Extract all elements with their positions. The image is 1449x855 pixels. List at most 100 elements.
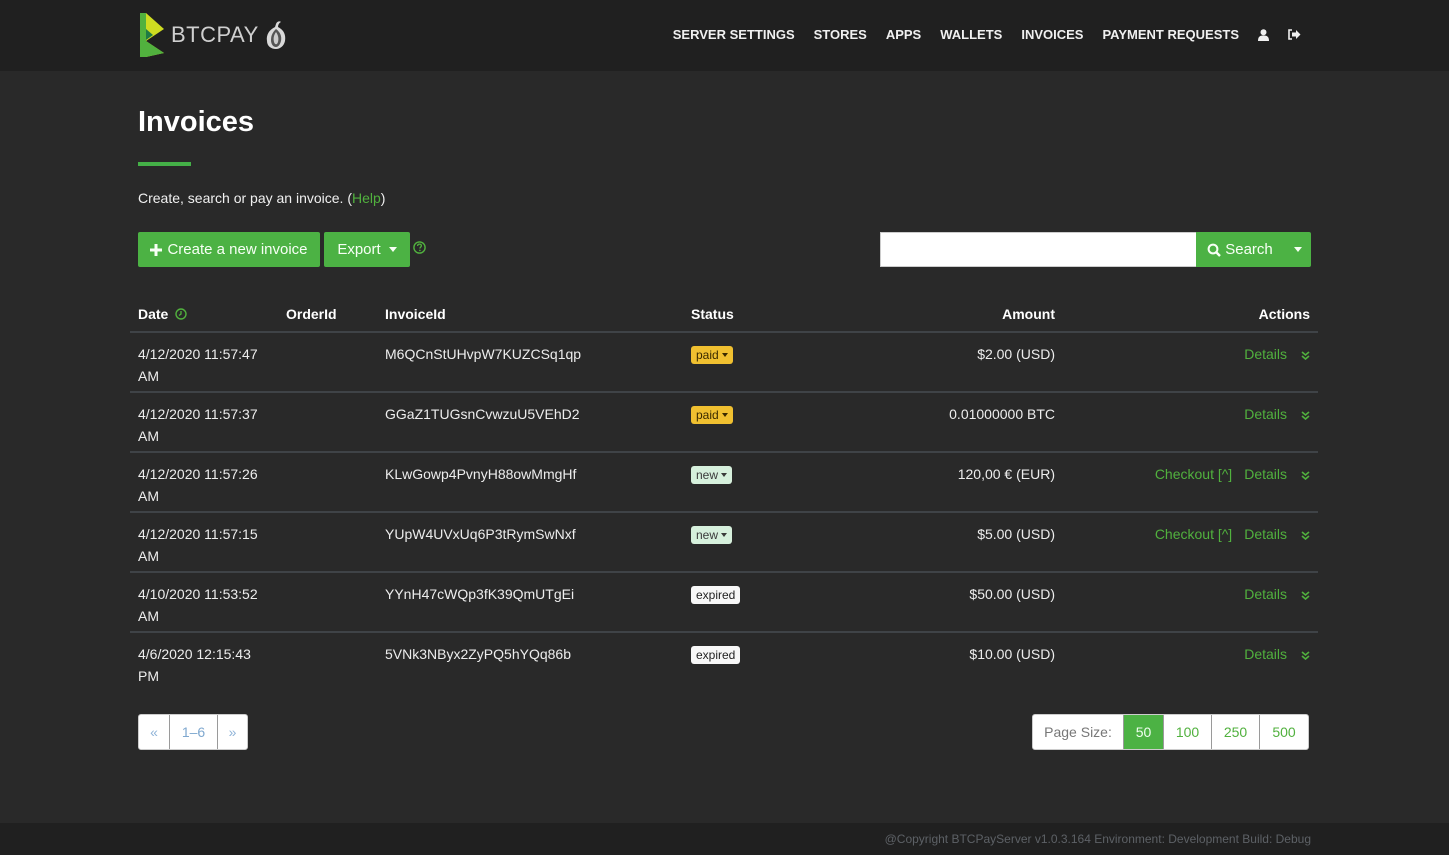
page-size-option[interactable]: 500 (1260, 715, 1308, 749)
cell-orderid (278, 632, 377, 692)
cell-orderid (278, 332, 377, 393)
status-label: paid (696, 408, 719, 422)
main-nav: SERVER SETTINGS STORES APPS WALLETS INVO… (654, 27, 1301, 42)
cell-date: 4/12/2020 11:57:37 AM (130, 392, 278, 453)
table-header-row: Date OrderId InvoiceId Status Amount Act… (130, 296, 1318, 333)
lead-close: ) (380, 190, 386, 206)
cell-amount: $5.00 (USD) (873, 512, 1063, 573)
cell-status: new (683, 512, 873, 573)
create-invoice-label: Create a new invoice (167, 241, 308, 258)
table-row: 4/12/2020 11:57:26 AM KLwGowp4PvnyH88owMmg… (130, 452, 1318, 513)
date-ampm: AM (138, 368, 159, 384)
cell-amount: 0.01000000 BTC (873, 392, 1063, 453)
page-size-selector: Page Size: 50 100 250 500 (1032, 714, 1309, 750)
pagination-prev[interactable]: « (139, 715, 170, 749)
cell-amount: $2.00 (USD) (873, 332, 1063, 393)
header-orderid: OrderId (278, 296, 377, 333)
table-row: 4/12/2020 11:57:37 AM GGaZ1TUGsnCvwzuU5VEh… (130, 392, 1318, 453)
footer-copyright: @Copyright BTCPayServer v1.0.3.164 Envir… (884, 832, 1311, 846)
cell-actions: Details (1063, 632, 1318, 692)
double-chevron-down-icon[interactable] (1301, 651, 1310, 660)
nav-invoices[interactable]: INVOICES (1021, 27, 1083, 42)
status-label: new (696, 468, 719, 482)
status-badge: expired (691, 586, 741, 604)
brand-name: BTCPAY (171, 22, 259, 47)
header-date-label: Date (138, 305, 169, 322)
search-icon (1207, 243, 1222, 257)
export-label: Export (337, 241, 381, 258)
search-label: Search (1225, 241, 1273, 258)
checkout-link[interactable]: Checkout [^] (1155, 526, 1232, 542)
date-ampm: AM (138, 428, 159, 444)
page-size-option[interactable]: 250 (1212, 715, 1260, 749)
pagination-next[interactable]: » (218, 715, 247, 749)
cell-status: paid (683, 392, 873, 453)
page-description: Create, search or pay an invoice. (Help) (138, 190, 385, 206)
nav-stores[interactable]: STORES (814, 27, 867, 42)
header-date[interactable]: Date (130, 296, 278, 333)
checkout-link[interactable]: Checkout [^] (1155, 466, 1232, 482)
nav-payment-requests[interactable]: PAYMENT REQUESTS (1102, 27, 1239, 42)
cell-invoiceid: 5VNk3NByx2ZyPQ5hYQq86b (385, 646, 571, 662)
btcpay-logo-icon (140, 13, 164, 57)
details-link[interactable]: Details (1244, 466, 1287, 482)
status-badge: expired (691, 646, 741, 664)
export-dropdown-button[interactable]: Export (324, 232, 410, 267)
nav-wallets[interactable]: WALLETS (940, 27, 1002, 42)
page-size-option[interactable]: 100 (1164, 715, 1212, 749)
chevron-down-icon (721, 353, 728, 357)
question-circle-icon[interactable] (413, 241, 426, 258)
table-row: 4/12/2020 11:57:15 AM YUpW4UVxUq6P3tRymSwN… (130, 512, 1318, 573)
cell-status: new (683, 452, 873, 513)
cell-actions: Details (1063, 332, 1318, 393)
double-chevron-down-icon[interactable] (1301, 591, 1310, 600)
details-link[interactable]: Details (1244, 346, 1287, 362)
invoices-table: Date OrderId InvoiceId Status Amount Act… (130, 296, 1318, 692)
cell-status: paid (683, 332, 873, 393)
status-label: new (696, 528, 719, 542)
status-badge[interactable]: new (691, 466, 733, 484)
chevron-down-icon (721, 473, 728, 477)
cell-amount: $50.00 (USD) (873, 572, 1063, 633)
cell-date: 4/10/2020 11:53:52 AM (130, 572, 278, 633)
plus-icon (150, 243, 163, 256)
table-row: 4/10/2020 11:53:52 AM YYnH47cWQp3fK39QmUTg… (130, 572, 1318, 633)
cell-status: expired (683, 632, 873, 692)
double-chevron-down-icon[interactable] (1301, 351, 1310, 360)
details-link[interactable]: Details (1244, 526, 1287, 542)
date-ampm: AM (138, 548, 159, 564)
details-link[interactable]: Details (1244, 646, 1287, 662)
search-button[interactable]: Search (1196, 232, 1284, 267)
title-underline (138, 162, 191, 166)
page-size-option[interactable]: 50 (1124, 715, 1164, 749)
date-ampm: AM (138, 488, 159, 504)
create-invoice-button[interactable]: Create a new invoice (138, 232, 320, 267)
clock-icon[interactable] (175, 307, 187, 320)
cell-status: expired (683, 572, 873, 633)
sign-out-icon[interactable] (1288, 29, 1301, 40)
search-input[interactable] (880, 232, 1196, 267)
cell-amount: 120,00 € (EUR) (873, 452, 1063, 513)
brand[interactable]: BTCPAY (138, 11, 287, 59)
double-chevron-down-icon[interactable] (1301, 471, 1310, 480)
cell-invoiceid: GGaZ1TUGsnCvwzuU5VEhD2 (377, 392, 683, 453)
status-badge[interactable]: paid (691, 406, 733, 424)
date-ampm: AM (138, 608, 159, 624)
status-badge[interactable]: paid (691, 346, 733, 364)
double-chevron-down-icon[interactable] (1301, 531, 1310, 540)
cell-invoiceid: YYnH47cWQp3fK39QmUTgEi (377, 572, 683, 633)
nav-server-settings[interactable]: SERVER SETTINGS (673, 27, 795, 42)
help-link[interactable]: Help (352, 190, 381, 206)
double-chevron-down-icon[interactable] (1301, 411, 1310, 420)
search-options-dropdown[interactable] (1284, 232, 1311, 267)
table-row: 4/12/2020 11:57:47 AM M6QCnStUHvpW7KUZCSq1… (130, 332, 1318, 393)
details-link[interactable]: Details (1244, 586, 1287, 602)
status-badge[interactable]: new (691, 526, 733, 544)
nav-apps[interactable]: APPS (886, 27, 921, 42)
header-invoiceid: InvoiceId (377, 296, 683, 333)
user-icon[interactable] (1258, 28, 1269, 41)
details-link[interactable]: Details (1244, 406, 1287, 422)
date-value: 4/12/2020 11:57:37 (138, 406, 258, 422)
cell-date: 4/12/2020 11:57:15 AM (130, 512, 278, 573)
header-amount: Amount (873, 296, 1063, 333)
